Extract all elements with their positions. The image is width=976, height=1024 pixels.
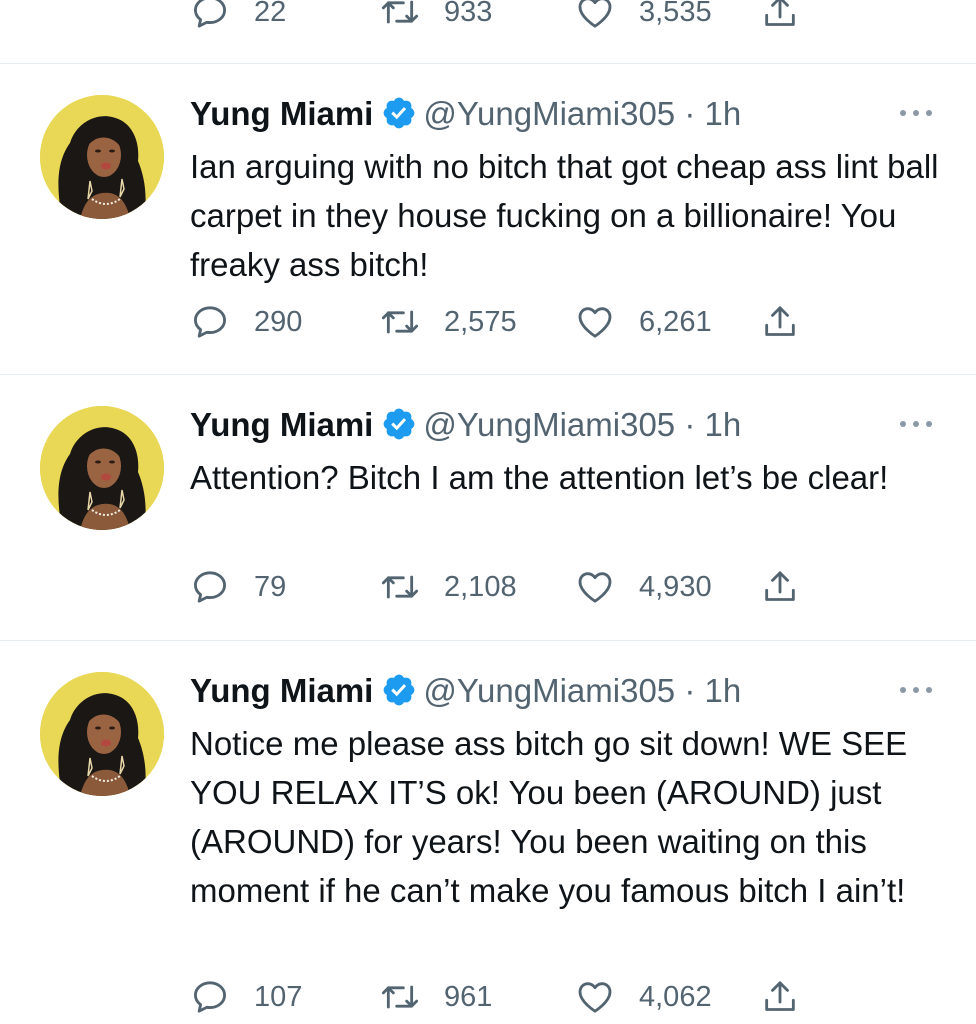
tweet-actions: 290 2,575 6,261 [190, 302, 830, 342]
tweet-text: Ian arguing with no bitch that got cheap… [190, 148, 939, 283]
retweet-arrows-icon [380, 0, 420, 32]
more-dots-icon[interactable] [898, 417, 934, 431]
like-button[interactable]: 3,535 [575, 0, 712, 32]
share-upload-icon [760, 567, 800, 607]
user-handle[interactable]: @YungMiami305 [423, 672, 675, 709]
reply-button[interactable]: 290 [190, 302, 302, 342]
separator-dot: · [684, 95, 696, 132]
tweet-text: Notice me please ass bitch go sit down! … [190, 725, 908, 909]
share-button[interactable] [760, 0, 800, 32]
tweet-header: Yung Miami @YungMiami305 · 1h [190, 405, 936, 445]
retweet-count: 2,108 [444, 571, 517, 603]
share-upload-icon [760, 302, 800, 342]
retweet-button[interactable]: 933 [380, 0, 492, 32]
retweet-count: 933 [444, 0, 493, 28]
tweet-actions: 107 961 4,062 [190, 977, 830, 1017]
like-count: 4,062 [639, 981, 712, 1013]
user-handle[interactable]: @YungMiami305 [423, 406, 675, 443]
like-button[interactable]: 6,261 [575, 302, 712, 342]
share-upload-icon [760, 977, 800, 1017]
retweet-arrows-icon [380, 567, 420, 607]
more-dots-icon[interactable] [898, 683, 934, 697]
timestamp[interactable]: 1h [705, 95, 742, 132]
timestamp[interactable]: 1h [705, 672, 742, 709]
speech-bubble-icon [190, 567, 230, 607]
verified-badge-icon [381, 672, 417, 708]
retweet-arrows-icon [380, 977, 420, 1017]
retweet-count: 2,575 [444, 306, 517, 338]
tweet-partial[interactable]: 22 933 3,535 [0, 0, 976, 64]
like-count: 6,261 [639, 306, 712, 338]
reply-count: 290 [254, 306, 303, 338]
heart-outline-icon [575, 567, 615, 607]
tweet[interactable]: Yung Miami @YungMiami305 · 1h Attention? … [0, 375, 976, 641]
share-upload-icon [760, 0, 800, 32]
avatar[interactable] [40, 406, 164, 530]
tweet-actions: 79 2,108 4,930 [190, 567, 830, 607]
like-count: 3,535 [639, 0, 712, 28]
reply-count: 22 [254, 0, 287, 28]
verified-badge-icon [381, 95, 417, 131]
display-name[interactable]: Yung Miami [190, 672, 373, 709]
speech-bubble-icon [190, 977, 230, 1017]
profile-photo [40, 672, 164, 796]
like-count: 4,930 [639, 571, 712, 603]
share-button[interactable] [760, 567, 800, 607]
retweet-button[interactable]: 2,575 [380, 302, 517, 342]
display-name[interactable]: Yung Miami [190, 406, 373, 443]
tweet[interactable]: Yung Miami @YungMiami305 · 1h Notice me p… [0, 641, 976, 1024]
verified-badge-icon [381, 406, 417, 442]
avatar[interactable] [40, 95, 164, 219]
speech-bubble-icon [190, 0, 230, 32]
share-button[interactable] [760, 302, 800, 342]
user-handle[interactable]: @YungMiami305 [423, 95, 675, 132]
tweet-header: Yung Miami @YungMiami305 · 1h [190, 94, 936, 134]
display-name[interactable]: Yung Miami [190, 95, 373, 132]
retweet-button[interactable]: 961 [380, 977, 492, 1017]
tweet-text: Attention? Bitch I am the attention let’… [190, 459, 889, 496]
separator-dot: · [684, 406, 696, 443]
reply-count: 79 [254, 571, 287, 603]
timestamp[interactable]: 1h [705, 406, 742, 443]
profile-photo [40, 406, 164, 530]
reply-button[interactable]: 79 [190, 567, 286, 607]
tweet[interactable]: Yung Miami @YungMiami305 · 1h Ian arguing… [0, 64, 976, 375]
share-button[interactable] [760, 977, 800, 1017]
reply-count: 107 [254, 981, 303, 1013]
heart-outline-icon [575, 0, 615, 32]
retweet-count: 961 [444, 981, 493, 1013]
profile-photo [40, 95, 164, 219]
reply-button[interactable]: 22 [190, 0, 286, 32]
heart-outline-icon [575, 977, 615, 1017]
reply-button[interactable]: 107 [190, 977, 302, 1017]
like-button[interactable]: 4,062 [575, 977, 712, 1017]
more-dots-icon[interactable] [898, 106, 934, 120]
speech-bubble-icon [190, 302, 230, 342]
heart-outline-icon [575, 302, 615, 342]
like-button[interactable]: 4,930 [575, 567, 712, 607]
avatar[interactable] [40, 672, 164, 796]
timeline-feed: 22 933 3,535 Yung Miami @YungMiami305 · 1… [0, 0, 976, 1024]
tweet-header: Yung Miami @YungMiami305 · 1h [190, 671, 936, 711]
retweet-button[interactable]: 2,108 [380, 567, 517, 607]
separator-dot: · [684, 672, 696, 709]
retweet-arrows-icon [380, 302, 420, 342]
tweet-actions: 22 933 3,535 [190, 0, 830, 32]
